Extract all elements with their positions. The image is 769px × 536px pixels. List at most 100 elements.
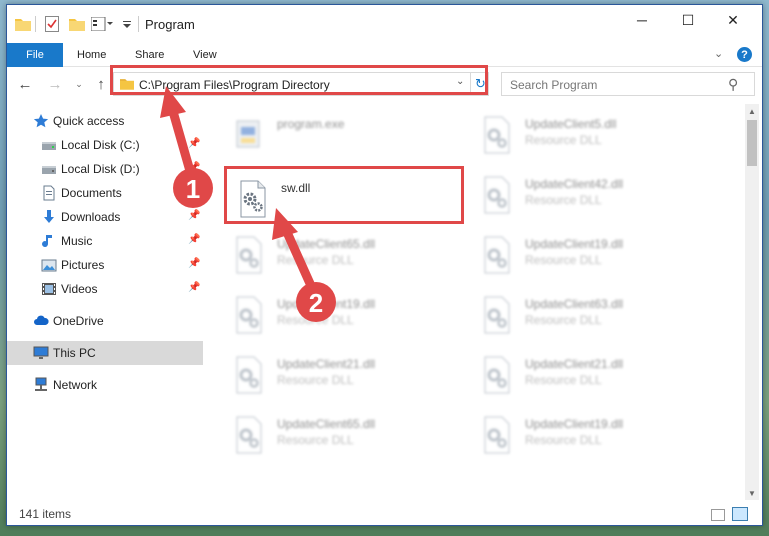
title-separator bbox=[138, 16, 139, 32]
scroll-up-icon[interactable]: ▲ bbox=[745, 104, 759, 118]
file-name: UpdateClient19.dll bbox=[277, 297, 376, 311]
file-type: Resource DLL bbox=[525, 313, 602, 327]
customize-toolbar-icon[interactable] bbox=[122, 14, 132, 34]
file-type: Resource DLL bbox=[525, 373, 602, 387]
dll-icon bbox=[233, 295, 265, 335]
close-icon: ✕ bbox=[727, 11, 739, 28]
sidebar-item-videos[interactable]: Videos 📌 bbox=[7, 277, 203, 301]
music-icon bbox=[41, 233, 57, 249]
sidebar-item-this-pc[interactable]: This PC bbox=[7, 341, 203, 365]
scroll-down-icon[interactable]: ▼ bbox=[745, 486, 759, 500]
pin-icon[interactable]: 📌 bbox=[188, 186, 200, 197]
file-item[interactable]: UpdateClient63.dll Resource DLL bbox=[475, 289, 711, 341]
file-item[interactable]: UpdateClient65.dll Resource DLL bbox=[227, 229, 463, 281]
new-folder-icon[interactable] bbox=[69, 14, 85, 34]
minimize-button[interactable]: ─ bbox=[619, 5, 665, 35]
sidebar-item-quick-access[interactable]: Quick access bbox=[7, 109, 203, 133]
file-name: UpdateClient63.dll bbox=[525, 297, 624, 311]
file-type: Resource DLL bbox=[525, 193, 602, 207]
file-name: UpdateClient5.dll bbox=[525, 117, 617, 131]
folder-icon[interactable] bbox=[15, 14, 31, 34]
file-name: sw.dll bbox=[281, 181, 311, 195]
chevron-down-icon: ⌄ bbox=[75, 78, 83, 89]
sidebar-item-music[interactable]: Music 📌 bbox=[7, 229, 203, 253]
details-view-icon[interactable] bbox=[711, 509, 725, 521]
tab-home[interactable]: Home bbox=[67, 43, 116, 67]
maximize-icon: ☐ bbox=[681, 11, 695, 28]
pin-icon[interactable]: 📌 bbox=[188, 234, 200, 245]
file-item-sw-dll[interactable]: sw.dll bbox=[231, 173, 467, 225]
maximize-button[interactable]: ☐ bbox=[665, 5, 711, 35]
file-item[interactable]: UpdateClient21.dll Resource DLL bbox=[475, 349, 711, 401]
file-item[interactable]: UpdateClient21.dll Resource DLL bbox=[227, 349, 463, 401]
search-box[interactable]: Search Program ⚲ bbox=[501, 72, 755, 96]
file-item[interactable]: UpdateClient5.dll Resource DLL bbox=[475, 109, 711, 161]
tab-file[interactable]: File bbox=[7, 43, 63, 67]
dll-icon bbox=[233, 415, 265, 455]
navigation-pane: Quick access Local Disk (C:) 📌 Local Dis… bbox=[7, 105, 203, 503]
view-options-icon[interactable] bbox=[91, 14, 113, 34]
sidebar-item-local-disk-d[interactable]: Local Disk (D:) 📌 bbox=[7, 157, 203, 181]
dll-icon bbox=[237, 179, 269, 219]
tab-view[interactable]: View bbox=[183, 43, 227, 67]
vertical-scrollbar[interactable]: ▲ ▼ bbox=[745, 104, 759, 500]
sidebar-item-label: Music bbox=[61, 234, 93, 248]
file-type: Resource DLL bbox=[277, 373, 354, 387]
dll-icon bbox=[481, 355, 513, 395]
close-button[interactable]: ✕ bbox=[710, 5, 756, 35]
arrow-left-icon: ← bbox=[17, 75, 33, 93]
address-bar[interactable]: C:\Program Files\Program Directory ⌄ ↻ bbox=[113, 72, 489, 96]
chevron-down-icon[interactable]: ⌄ bbox=[456, 76, 464, 87]
monitor-icon bbox=[33, 345, 49, 361]
pin-icon[interactable]: 📌 bbox=[188, 258, 200, 269]
file-item[interactable]: UpdateClient19.dll Resource DLL bbox=[475, 409, 711, 461]
sidebar-item-documents[interactable]: Documents 📌 bbox=[7, 181, 203, 205]
large-icons-view-icon[interactable] bbox=[732, 507, 748, 521]
arrow-right-icon: → bbox=[47, 75, 63, 93]
video-icon bbox=[41, 281, 57, 297]
refresh-button[interactable]: ↻ bbox=[470, 73, 490, 95]
file-item[interactable]: UpdateClient65.dll Resource DLL bbox=[227, 409, 463, 461]
network-icon bbox=[33, 377, 49, 393]
file-type: Resource DLL bbox=[277, 433, 354, 447]
cloud-icon bbox=[33, 313, 49, 329]
forward-button[interactable]: → bbox=[45, 74, 65, 94]
properties-check-icon[interactable] bbox=[45, 14, 59, 34]
pin-icon[interactable]: 📌 bbox=[188, 282, 200, 293]
file-item[interactable]: program.exe bbox=[227, 109, 463, 161]
tab-share[interactable]: Share bbox=[125, 43, 174, 67]
search-icon[interactable]: ⚲ bbox=[728, 76, 738, 93]
scrollbar-thumb[interactable] bbox=[747, 120, 757, 166]
sidebar-item-local-disk-c[interactable]: Local Disk (C:) 📌 bbox=[7, 133, 203, 157]
title-bar: Program ─ ☐ ✕ bbox=[7, 5, 762, 43]
back-button[interactable]: ← bbox=[15, 74, 35, 94]
search-input[interactable]: Search Program bbox=[510, 78, 597, 92]
drive-icon bbox=[41, 161, 57, 177]
sidebar-item-pictures[interactable]: Pictures 📌 bbox=[7, 253, 203, 277]
sidebar-item-network[interactable]: Network bbox=[7, 373, 203, 397]
recent-locations-button[interactable]: ⌄ bbox=[69, 74, 89, 94]
pin-icon[interactable]: 📌 bbox=[188, 162, 200, 173]
pin-icon[interactable]: 📌 bbox=[188, 138, 200, 149]
file-name: UpdateClient21.dll bbox=[277, 357, 376, 371]
file-type: Resource DLL bbox=[525, 133, 602, 147]
file-item[interactable]: UpdateClient42.dll Resource DLL bbox=[475, 169, 711, 221]
refresh-icon: ↻ bbox=[475, 76, 486, 91]
explorer-window: Program ─ ☐ ✕ File Home Share View ⌄ ? ←… bbox=[6, 4, 763, 526]
up-button[interactable]: ↑ bbox=[91, 74, 111, 94]
file-item[interactable]: UpdateClient19.dll Resource DLL bbox=[227, 289, 463, 341]
folder-icon bbox=[120, 77, 134, 95]
document-icon bbox=[41, 185, 57, 201]
address-path[interactable]: C:\Program Files\Program Directory bbox=[139, 78, 330, 92]
dll-icon bbox=[481, 115, 513, 155]
window-title: Program bbox=[145, 17, 195, 32]
file-item[interactable]: UpdateClient19.dll Resource DLL bbox=[475, 229, 711, 281]
file-name: UpdateClient42.dll bbox=[525, 177, 624, 191]
expand-ribbon-icon[interactable]: ⌄ bbox=[714, 47, 723, 60]
ribbon-tabs: File Home Share View ⌄ ? bbox=[7, 43, 762, 67]
pin-icon[interactable]: 📌 bbox=[188, 210, 200, 221]
help-icon[interactable]: ? bbox=[737, 47, 752, 62]
sidebar-item-onedrive[interactable]: OneDrive bbox=[7, 309, 203, 333]
sidebar-item-downloads[interactable]: Downloads 📌 bbox=[7, 205, 203, 229]
sidebar-item-label: This PC bbox=[53, 346, 96, 360]
